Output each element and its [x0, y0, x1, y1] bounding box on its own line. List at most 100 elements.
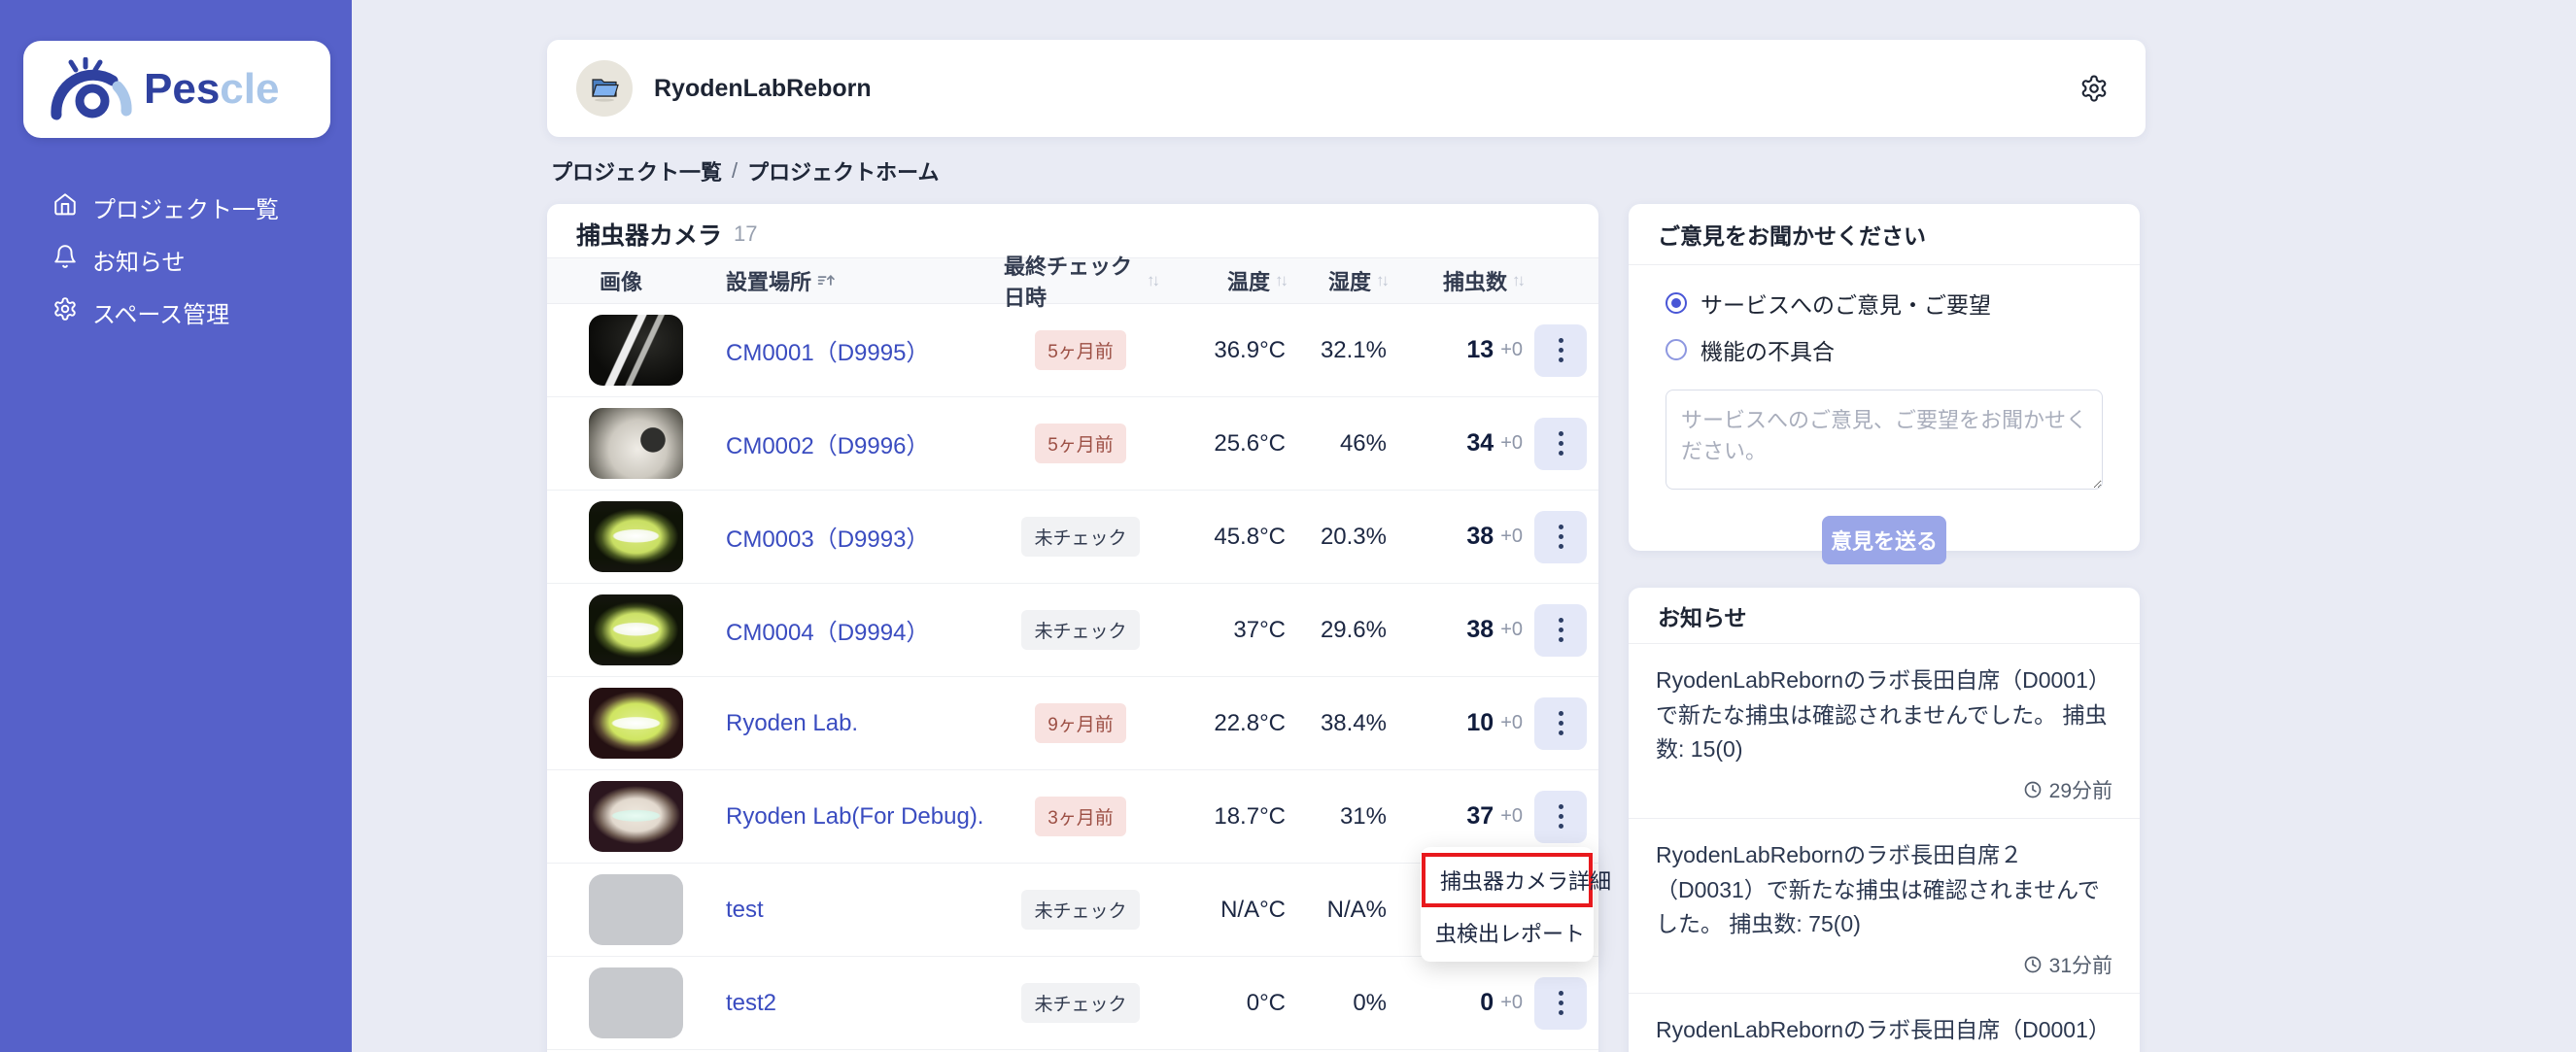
- row-menu-button[interactable]: [1534, 791, 1587, 843]
- capture-count: 0: [1480, 989, 1494, 1017]
- humidity-value: 20.3%: [1321, 524, 1387, 551]
- column-header-captures[interactable]: 捕虫数↑↓: [1387, 265, 1523, 296]
- humidity-value: 32.1%: [1321, 337, 1387, 364]
- camera-thumbnail[interactable]: [589, 594, 683, 665]
- notice-time: 31分前: [2049, 950, 2112, 979]
- annotation-highlight: 捕虫器カメラ詳細: [1422, 853, 1593, 907]
- camera-name-link[interactable]: CM0004（D9994）: [726, 613, 929, 647]
- row-menu-button[interactable]: [1534, 604, 1587, 657]
- sidebar-item-space-management[interactable]: スペース管理: [0, 286, 352, 338]
- notice-time-row: 29分前: [1656, 775, 2112, 804]
- sort-arrows-icon: ↑↓: [1147, 271, 1157, 290]
- camera-thumbnail[interactable]: [589, 315, 683, 386]
- project-avatar: [576, 60, 633, 117]
- pescle-logo-text: Pescle: [144, 65, 279, 114]
- camera-thumbnail-placeholder[interactable]: [589, 967, 683, 1038]
- sort-arrows-icon: ↑↓: [1376, 271, 1387, 290]
- row-menu-button[interactable]: [1534, 697, 1587, 750]
- clock-icon: [2023, 780, 2043, 799]
- sidebar-item-label: お知らせ: [92, 243, 186, 277]
- temperature-value: 36.9°C: [1214, 337, 1286, 364]
- notice-text: RyodenLabRebornのラボ長田自席（D0001）で捕虫数の増加を確認し…: [1656, 1013, 2112, 1052]
- camera-name-link[interactable]: test: [726, 897, 764, 924]
- camera-thumbnail[interactable]: [589, 408, 683, 479]
- camera-name-link[interactable]: CM0003（D9993）: [726, 520, 929, 554]
- column-header-humidity[interactable]: 湿度↑↓: [1286, 265, 1387, 296]
- capture-delta: +0: [1500, 526, 1523, 548]
- temperature-value: 22.8°C: [1214, 710, 1286, 737]
- capture-count: 38: [1466, 523, 1494, 551]
- row-menu-button[interactable]: [1534, 511, 1587, 563]
- app-root: Pescle プロジェクト一覧 お知らせ: [0, 0, 2576, 1052]
- menu-item-camera-detail[interactable]: 捕虫器カメラ詳細: [1425, 857, 1589, 903]
- notices-title: お知らせ: [1629, 588, 2140, 644]
- camera-table-title: 捕虫器カメラ: [576, 217, 722, 252]
- last-check-badge: 未チェック: [1021, 610, 1139, 650]
- sort-arrows-icon: ↑↓: [1512, 271, 1523, 290]
- last-check-badge: 3ヶ月前: [1035, 797, 1126, 836]
- camera-name-link[interactable]: Ryoden Lab(For Debug).: [726, 803, 983, 831]
- breadcrumb-projects-link[interactable]: プロジェクト一覧: [551, 155, 722, 187]
- capture-delta: +0: [1500, 805, 1523, 828]
- column-header-temperature[interactable]: 温度↑↓: [1157, 265, 1286, 296]
- camera-name-link[interactable]: Ryoden Lab.: [726, 710, 858, 737]
- humidity-value: 31%: [1340, 803, 1387, 831]
- capture-delta: +0: [1500, 712, 1523, 734]
- notice-time: 29分前: [2049, 775, 2112, 804]
- notice-item: RyodenLabRebornのラボ長田自席２（D0031）で新たな捕虫は確認さ…: [1629, 819, 2140, 994]
- last-check-badge: 5ヶ月前: [1035, 424, 1126, 463]
- menu-item-insect-report[interactable]: 虫検出レポート: [1421, 909, 1594, 956]
- bell-icon: [52, 244, 78, 276]
- feedback-textarea[interactable]: [1666, 390, 2103, 490]
- table-row: CM0004（D9994） 未チェック 37°C 29.6% 38+0: [547, 584, 1598, 677]
- camera-thumbnail[interactable]: [589, 688, 683, 759]
- temperature-value: 0°C: [1247, 990, 1286, 1017]
- column-header-last-check[interactable]: 最終チェック日時↑↓: [1004, 250, 1157, 312]
- feedback-option-bug[interactable]: 機能の不具合: [1666, 333, 2103, 366]
- row-menu-button[interactable]: [1534, 418, 1587, 470]
- camera-name-link[interactable]: CM0002（D9996）: [726, 426, 929, 460]
- table-header-row: 画像 設置場所 最終チェック日時↑↓ 温度↑↓ 湿度↑↓ 捕虫数↑↓: [547, 257, 1598, 304]
- last-check-badge: 9ヶ月前: [1035, 703, 1126, 743]
- gear-icon: [2079, 74, 2109, 103]
- notice-time-row: 31分前: [1656, 950, 2112, 979]
- humidity-value: 46%: [1340, 430, 1387, 458]
- notice-item: RyodenLabRebornのラボ長田自席（D0001）で捕虫数の増加を確認し…: [1629, 994, 2140, 1052]
- table-row: CM0003（D9993） 未チェック 45.8°C 20.3% 38+0: [547, 491, 1598, 584]
- radio-unselected-icon[interactable]: [1666, 339, 1687, 360]
- column-header-location[interactable]: 設置場所: [695, 265, 1004, 296]
- gear-icon: [52, 296, 78, 328]
- pescle-logo: Pescle: [23, 41, 330, 138]
- sidebar: Pescle プロジェクト一覧 お知らせ: [0, 0, 352, 1052]
- notice-text: RyodenLabRebornのラボ長田自席２（D0031）で新たな捕虫は確認さ…: [1656, 838, 2112, 942]
- capture-count: 10: [1466, 709, 1494, 737]
- home-icon: [52, 191, 78, 223]
- capture-delta: +0: [1500, 339, 1523, 361]
- last-check-badge: 未チェック: [1021, 517, 1139, 557]
- camera-thumbnail-placeholder[interactable]: [589, 874, 683, 945]
- camera-name-link[interactable]: test2: [726, 990, 776, 1017]
- sidebar-item-projects[interactable]: プロジェクト一覧: [0, 181, 352, 233]
- camera-thumbnail[interactable]: [589, 501, 683, 572]
- feedback-card: ご意見をお聞かせください サービスへのご意見・ご要望 機能の不具合 意見を送る: [1629, 204, 2140, 551]
- row-menu-button[interactable]: [1534, 977, 1587, 1030]
- humidity-value: 38.4%: [1321, 710, 1387, 737]
- project-header-card: RyodenLabReborn: [547, 40, 2146, 137]
- project-settings-button[interactable]: [2079, 74, 2109, 103]
- feedback-option-service[interactable]: サービスへのご意見・ご要望: [1666, 287, 2103, 320]
- temperature-value: 37°C: [1233, 617, 1286, 644]
- breadcrumb-separator: /: [732, 158, 738, 184]
- send-feedback-button[interactable]: 意見を送る: [1822, 516, 1946, 564]
- sort-arrows-icon: ↑↓: [1275, 271, 1286, 290]
- last-check-badge: 未チェック: [1021, 890, 1139, 930]
- capture-delta: +0: [1500, 619, 1523, 641]
- breadcrumb-current: プロジェクトホーム: [747, 155, 939, 187]
- camera-name-link[interactable]: CM0001（D9995）: [726, 333, 929, 367]
- table-row: CM0002（D9996） 5ヶ月前 25.6°C 46% 34+0: [547, 397, 1598, 491]
- camera-thumbnail[interactable]: [589, 781, 683, 852]
- sidebar-item-notifications[interactable]: お知らせ: [0, 233, 352, 286]
- last-check-badge: 未チェック: [1021, 983, 1139, 1023]
- row-menu-button[interactable]: [1534, 324, 1587, 377]
- sidebar-item-label: プロジェクト一覧: [92, 190, 279, 224]
- radio-selected-icon[interactable]: [1666, 292, 1687, 314]
